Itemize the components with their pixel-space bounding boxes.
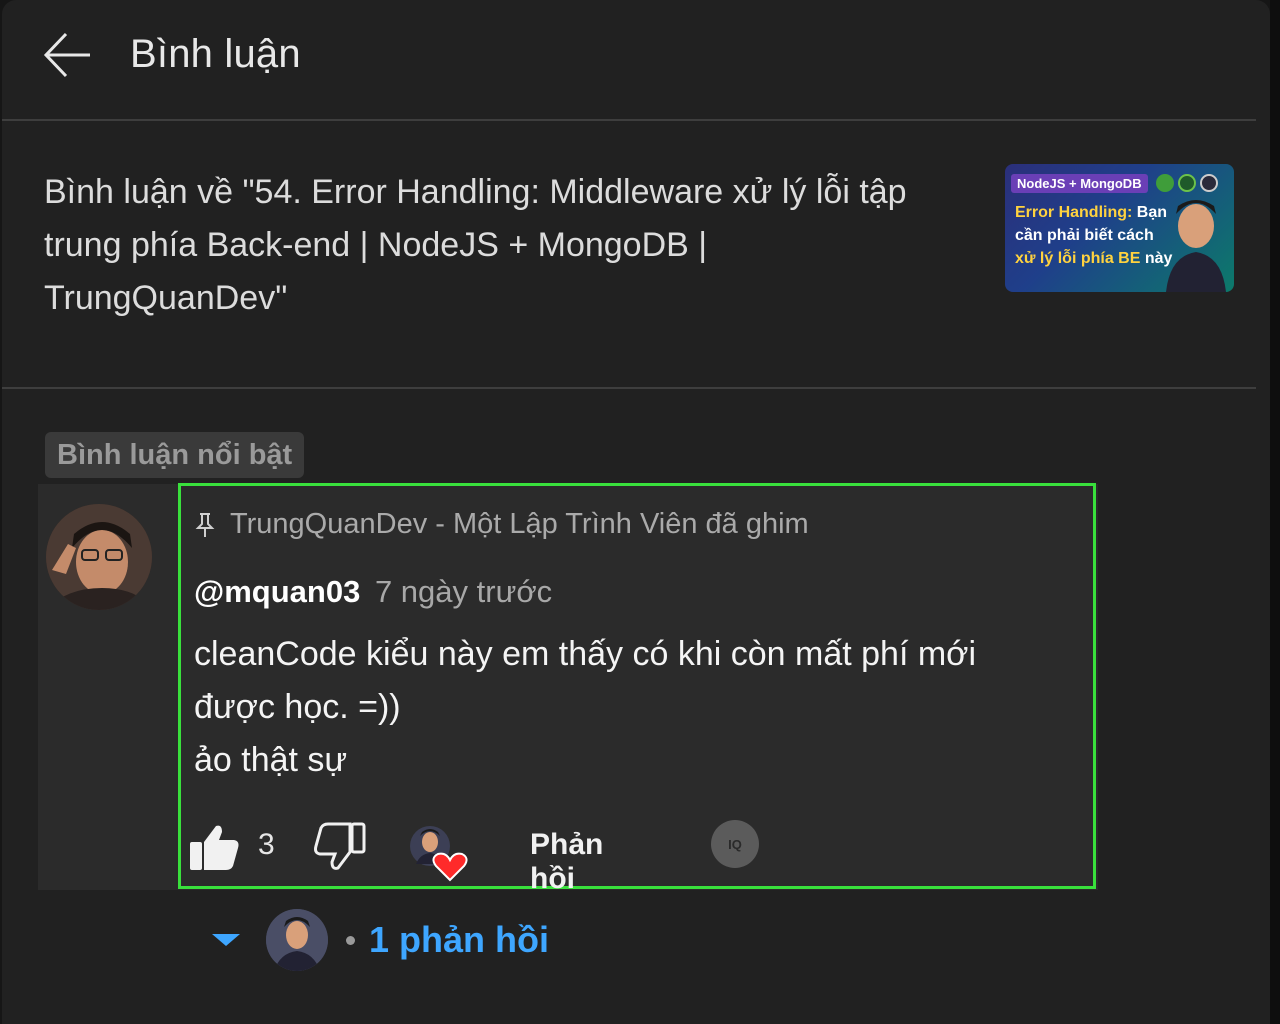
comment-line: được học. =)) (194, 688, 401, 726)
dislike-button[interactable] (314, 822, 366, 877)
iq-extension-button[interactable]: IQ (711, 820, 759, 868)
thumbs-down-icon (314, 822, 366, 870)
arrow-left-icon (43, 32, 90, 78)
avatar (266, 909, 328, 971)
comment-time[interactable]: 7 ngày trước (375, 574, 552, 609)
video-thumbnail[interactable]: NodeJS + MongoDB Error Handling: Bạn cần… (1005, 164, 1234, 292)
iq-label: IQ (728, 836, 742, 852)
pinned-text: TrungQuanDev - Một Lập Trình Viên đã ghi… (230, 508, 809, 540)
show-replies-button[interactable]: 1 phản hồi (212, 906, 549, 974)
comment-line: ảo thật sự (194, 741, 348, 779)
channel-logo-icon (1200, 174, 1218, 192)
replier-avatar-image (266, 909, 328, 971)
thumbnail-line-1: Error Handling: Bạn (1015, 204, 1168, 221)
thumbnail-line-3: xử lý lỗi phía BE này (1015, 250, 1173, 267)
comment-line: cleanCode kiểu này em thấy có khi còn mấ… (194, 635, 977, 673)
caret-down-icon (212, 934, 240, 946)
replies-count: 1 phản hồi (369, 919, 549, 960)
separator-dot (346, 935, 355, 945)
thumbnail-line-2: cần phải biết cách (1015, 227, 1154, 244)
video-title: Bình luận về "54. Error Handling: Middle… (44, 173, 907, 317)
header: Bình luận (2, 0, 1270, 116)
thumbnail-tech-icons (1156, 174, 1218, 192)
thumbnail-tag: NodeJS + MongoDB (1011, 174, 1148, 193)
comment-text: cleanCode kiểu này em thấy có khi còn mấ… (194, 628, 1074, 787)
scrollbar-edge (1270, 0, 1280, 1024)
like-button[interactable] (188, 822, 240, 877)
creator-heart[interactable] (408, 824, 472, 882)
page-title: Bình luận (130, 32, 301, 76)
avatar[interactable] (46, 504, 152, 610)
presenter-image (1166, 200, 1226, 292)
commenter-avatar-image (46, 504, 152, 610)
header-divider (2, 119, 1256, 121)
filter-chip-top-comments[interactable]: Bình luận nổi bật (45, 432, 305, 478)
comments-panel: Bình luận Bình luận về "54. Error Handli… (2, 0, 1270, 1024)
pinned-label: TrungQuanDev - Một Lập Trình Viên đã ghi… (194, 508, 809, 541)
creator-avatar-heart-icon (410, 826, 468, 882)
mongodb-icon (1178, 174, 1196, 192)
like-count: 3 (258, 828, 275, 861)
pin-icon (195, 512, 215, 537)
nodejs-icon (1156, 174, 1174, 192)
reply-button[interactable]: Phản hồi (530, 828, 603, 896)
video-divider (2, 387, 1256, 389)
back-button[interactable] (40, 30, 96, 80)
comment-author[interactable]: @mquan03 (194, 574, 360, 609)
thumbs-up-icon (190, 825, 239, 870)
comment-meta: @mquan03 7 ngày trước (194, 574, 552, 610)
